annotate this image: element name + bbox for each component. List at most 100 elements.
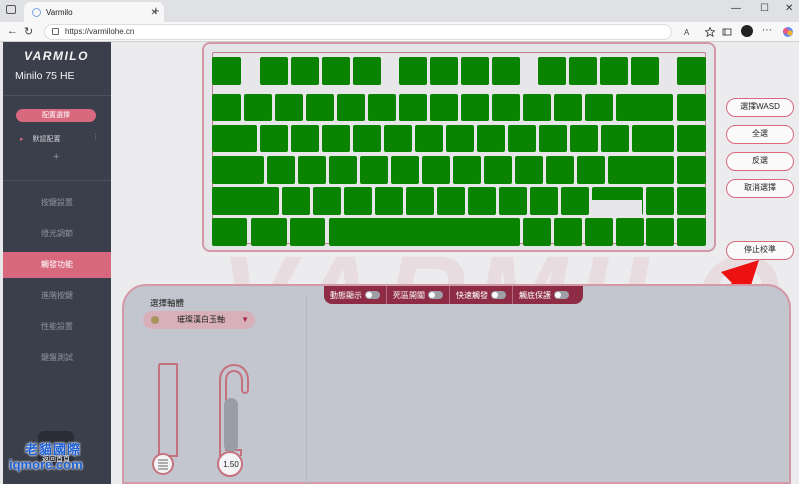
sidebar-item-lighting[interactable]: 燈光調節 [3,221,111,247]
keyboard-key[interactable] [322,57,350,85]
invert-selection-button[interactable]: 反選 [726,152,794,171]
keyboard-key[interactable] [322,125,350,152]
keyboard-key[interactable] [212,218,247,246]
keyboard-key[interactable] [585,218,613,246]
switch-type-dropdown[interactable]: 璀璨漢白玉軸 ▼ [143,311,255,329]
keyboard-key[interactable] [344,187,372,215]
keyboard-key[interactable] [446,125,474,152]
more-menu-icon[interactable]: ⋯ [762,25,772,36]
keyboard-key[interactable] [677,156,706,184]
keyboard-key[interactable] [677,125,706,152]
keyboard-key[interactable] [585,94,613,121]
keyboard-key[interactable] [677,94,706,121]
keyboard-key[interactable] [600,57,628,85]
keyboard-key[interactable] [212,94,241,121]
back-arrow-icon[interactable]: ← [7,25,18,37]
browser-tab[interactable]: Varmilo ✕ [24,2,164,22]
minimize-icon[interactable]: — [731,3,741,14]
keyboard-key[interactable] [251,218,287,246]
avatar[interactable] [741,25,753,37]
keyboard-key[interactable] [461,57,489,85]
keyboard-key[interactable] [554,218,582,246]
keyboard-key[interactable] [616,218,644,246]
toggle-switch[interactable] [554,291,569,299]
keyboard-key[interactable] [515,156,543,184]
new-tab-button[interactable]: + [152,3,160,18]
keyboard-key[interactable] [461,94,489,121]
keyboard-key[interactable] [492,94,520,121]
keyboard-key[interactable] [554,94,582,121]
keyboard-key[interactable] [267,156,295,184]
select-all-button[interactable]: 全選 [726,125,794,144]
keyboard-key[interactable] [577,156,605,184]
keyboard-key[interactable] [353,57,381,85]
keyboard-key[interactable] [337,94,365,121]
keyboard-key[interactable] [437,187,465,215]
tab-actions-icon[interactable] [6,5,16,14]
favorite-star-icon[interactable] [705,27,715,37]
keyboard-key[interactable] [406,187,434,215]
keyboard-key[interactable] [477,125,505,152]
keyboard-key[interactable] [399,94,427,121]
keyboard-key[interactable] [415,125,443,152]
keyboard-key[interactable] [391,156,419,184]
keyboard-key[interactable] [546,156,574,184]
keyboard-key[interactable] [375,187,403,215]
add-profile-button[interactable]: + [53,151,59,163]
keyboard-key[interactable] [313,187,341,215]
keyboard-key[interactable] [484,156,512,184]
toggle-switch[interactable] [491,291,506,299]
keyboard-key[interactable] [430,57,458,85]
toggle-dead-zone[interactable]: 死區開關 [387,286,450,304]
profile-menu-icon[interactable]: ⋮ [92,133,99,141]
keyboard-key[interactable] [646,218,674,246]
keyboard-key[interactable] [523,94,551,121]
keyboard-key[interactable] [212,187,279,215]
keyboard-key[interactable] [422,156,450,184]
sidebar-item-performance[interactable]: 性能設置 [3,314,111,340]
sidebar-item-trigger[interactable]: 觸發功能 [3,252,111,278]
collections-icon[interactable] [722,27,732,37]
toggle-bottom-protection[interactable]: 觸底保護 [513,286,575,304]
keyboard-key[interactable] [453,156,481,184]
keyboard-key[interactable] [353,125,381,152]
keyboard-key[interactable] [646,187,674,215]
keyboard-key[interactable] [368,94,396,121]
keyboard-key[interactable] [508,125,536,152]
keyboard-key[interactable] [468,187,496,215]
toggle-switch[interactable] [428,291,443,299]
keyboard-key[interactable] [329,156,357,184]
keyboard-key[interactable] [530,187,558,215]
toggle-rapid-trigger[interactable]: 快速觸發 [450,286,513,304]
keyboard-key[interactable] [260,57,288,85]
keyboard-key[interactable] [260,125,288,152]
keyboard-key[interactable] [430,94,458,121]
reload-icon[interactable]: ↻ [24,25,33,38]
keyboard-key[interactable] [677,218,706,246]
keyboard-key[interactable] [601,125,629,152]
keyboard-key[interactable] [677,57,706,85]
keyboard-key[interactable] [290,218,325,246]
copilot-icon[interactable] [782,26,794,38]
profile-section-pill[interactable]: 配置選擇 [16,109,96,122]
toggle-dynamic-display[interactable]: 動態顯示 [324,286,387,304]
url-input[interactable]: https://varmilohe.cn [44,24,672,40]
sidebar-item-keyboard-test[interactable]: 鍵盤測試 [3,345,111,371]
maximize-icon[interactable]: ☐ [760,3,769,14]
keyboard-key[interactable] [212,125,257,152]
keyboard-key[interactable] [616,94,673,121]
keyboard-key[interactable] [539,125,567,152]
keyboard-key[interactable] [631,57,659,85]
keyboard-key[interactable] [569,57,597,85]
close-window-icon[interactable]: ✕ [785,3,793,14]
keyboard-key[interactable] [291,57,319,85]
keyboard-key[interactable] [561,187,589,215]
keyboard-key[interactable] [360,156,388,184]
keyboard-key[interactable] [399,57,427,85]
keyboard-key[interactable] [632,125,674,152]
keyboard-key[interactable] [298,156,326,184]
keyboard-key[interactable] [282,187,310,215]
keyboard-key[interactable] [291,125,319,152]
select-wasd-button[interactable]: 選擇WASD [726,98,794,117]
keyboard-key[interactable] [492,57,520,85]
